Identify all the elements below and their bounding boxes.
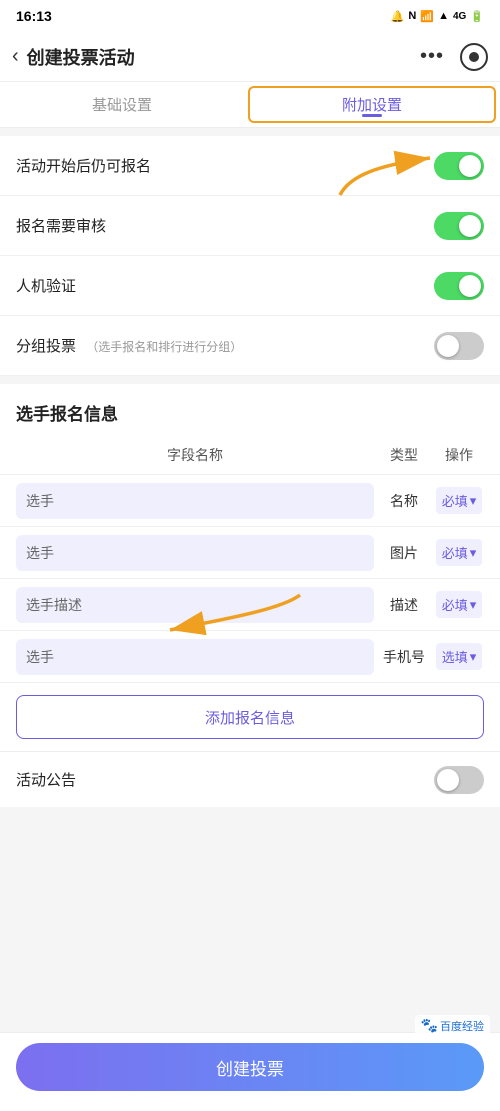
td-type-2: 图片 [374, 543, 434, 563]
th-type: 类型 [374, 445, 434, 465]
name-input-3[interactable] [16, 587, 374, 623]
name-input-4[interactable] [16, 639, 374, 675]
required-btn-3[interactable]: 必填 ▾ [436, 591, 483, 618]
td-name-4 [16, 639, 374, 675]
table-row: 名称 必填 ▾ [0, 475, 500, 527]
td-action-3: 必填 ▾ [434, 591, 484, 618]
th-name: 字段名称 [16, 445, 374, 465]
setting-signup-review-label: 报名需要审核 [16, 215, 434, 236]
table-header: 字段名称 类型 操作 [0, 435, 500, 475]
toggle-thumb-group-vote [437, 335, 459, 357]
optional-btn-4[interactable]: 选填 ▾ [436, 643, 483, 670]
toggle-captcha[interactable] [434, 272, 484, 300]
setting-group-vote-label: 分组投票 （选手报名和排行进行分组） [16, 335, 434, 356]
td-name-1 [16, 483, 374, 519]
td-action-2: 必填 ▾ [434, 539, 484, 566]
toggle-thumb-allow-signup [459, 155, 481, 177]
optional-label-4: 选填 [442, 647, 468, 666]
th-action: 操作 [434, 445, 484, 465]
table-row: 手机号 选填 ▾ [0, 631, 500, 683]
status-time: 16:13 [16, 8, 52, 24]
required-label-1: 必填 [442, 491, 468, 510]
battery-icon: 🔋 [470, 10, 484, 23]
signal-icon: 📶 [420, 10, 434, 23]
bottom-action: 创建投票 [0, 1032, 500, 1111]
back-button[interactable]: ‹ [12, 45, 19, 68]
td-type-4: 手机号 [374, 647, 434, 667]
dropdown-icon-1: ▾ [470, 493, 477, 509]
dropdown-icon-2: ▾ [470, 545, 477, 561]
td-name-3 [16, 587, 374, 623]
tab-basic-label: 基础设置 [92, 94, 152, 115]
tabs-container: 基础设置 附加设置 [0, 82, 500, 128]
add-btn-row: 添加报名信息 [0, 683, 500, 751]
tab-extra[interactable]: 附加设置 [248, 86, 496, 123]
status-icons: 🔔 N 📶 ▲ 4G 🔋 [391, 10, 484, 23]
setting-allow-signup: 活动开始后仍可报名 [0, 136, 500, 196]
add-registration-button[interactable]: 添加报名信息 [16, 695, 484, 739]
dropdown-icon-3: ▾ [470, 597, 477, 613]
watermark: 🐾 百度经验 [415, 1015, 490, 1036]
setting-group-vote: 分组投票 （选手报名和排行进行分组） [0, 316, 500, 376]
toggle-track-allow-signup [434, 152, 484, 180]
toggle-group-vote[interactable] [434, 332, 484, 360]
more-button[interactable]: ••• [420, 45, 444, 68]
settings-section: 活动开始后仍可报名 报名需要审核 人机验证 [0, 136, 500, 376]
bottom-spacer [0, 807, 500, 887]
td-type-1: 名称 [374, 491, 434, 511]
table-row: 图片 必填 ▾ [0, 527, 500, 579]
notice-label: 活动公告 [16, 769, 434, 790]
td-action-1: 必填 ▾ [434, 487, 484, 514]
dropdown-icon-4: ▾ [470, 649, 477, 665]
td-action-4: 选填 ▾ [434, 643, 484, 670]
toggle-thumb-captcha [459, 275, 481, 297]
table-row: 描述 必填 ▾ [0, 579, 500, 631]
toggle-notice[interactable] [434, 766, 484, 794]
registration-section: 选手报名信息 字段名称 类型 操作 名称 必填 ▾ 图片 [0, 384, 500, 751]
required-btn-2[interactable]: 必填 ▾ [436, 539, 483, 566]
top-nav: ‹ 创建投票活动 ••• [0, 32, 500, 82]
toggle-allow-signup[interactable] [434, 152, 484, 180]
td-type-3: 描述 [374, 595, 434, 615]
page-title: 创建投票活动 [27, 44, 420, 70]
4g-icon: 4G [453, 11, 466, 22]
nfc-icon: N [408, 10, 416, 22]
setting-group-vote-sub: （选手报名和排行进行分组） [86, 340, 242, 354]
name-input-2[interactable] [16, 535, 374, 571]
tab-basic[interactable]: 基础设置 [0, 82, 244, 127]
toggle-track-captcha [434, 272, 484, 300]
notification-icon: 🔔 [391, 10, 405, 23]
section-divider-1 [0, 376, 500, 384]
setting-signup-review: 报名需要审核 [0, 196, 500, 256]
watermark-text: 百度经验 [440, 1018, 484, 1034]
setting-captcha-label: 人机验证 [16, 275, 434, 296]
required-label-2: 必填 [442, 543, 468, 562]
create-vote-button[interactable]: 创建投票 [16, 1043, 484, 1091]
notice-row: 活动公告 [0, 751, 500, 807]
toggle-track-group-vote [434, 332, 484, 360]
name-input-1[interactable] [16, 483, 374, 519]
wifi-icon: ▲ [438, 10, 449, 22]
toggle-track-signup-review [434, 212, 484, 240]
registration-section-header: 选手报名信息 [0, 384, 500, 435]
baidu-paw-icon: 🐾 [421, 1017, 438, 1034]
setting-allow-signup-label: 活动开始后仍可报名 [16, 155, 434, 176]
td-name-2 [16, 535, 374, 571]
required-btn-1[interactable]: 必填 ▾ [436, 487, 483, 514]
toggle-thumb-notice [437, 769, 459, 791]
record-dot [469, 52, 479, 62]
toggle-signup-review[interactable] [434, 212, 484, 240]
status-bar: 16:13 🔔 N 📶 ▲ 4G 🔋 [0, 0, 500, 32]
tab-extra-label: 附加设置 [342, 94, 402, 115]
setting-captcha: 人机验证 [0, 256, 500, 316]
toggle-thumb-signup-review [459, 215, 481, 237]
toggle-track-notice [434, 766, 484, 794]
record-button[interactable] [460, 43, 488, 71]
required-label-3: 必填 [442, 595, 468, 614]
